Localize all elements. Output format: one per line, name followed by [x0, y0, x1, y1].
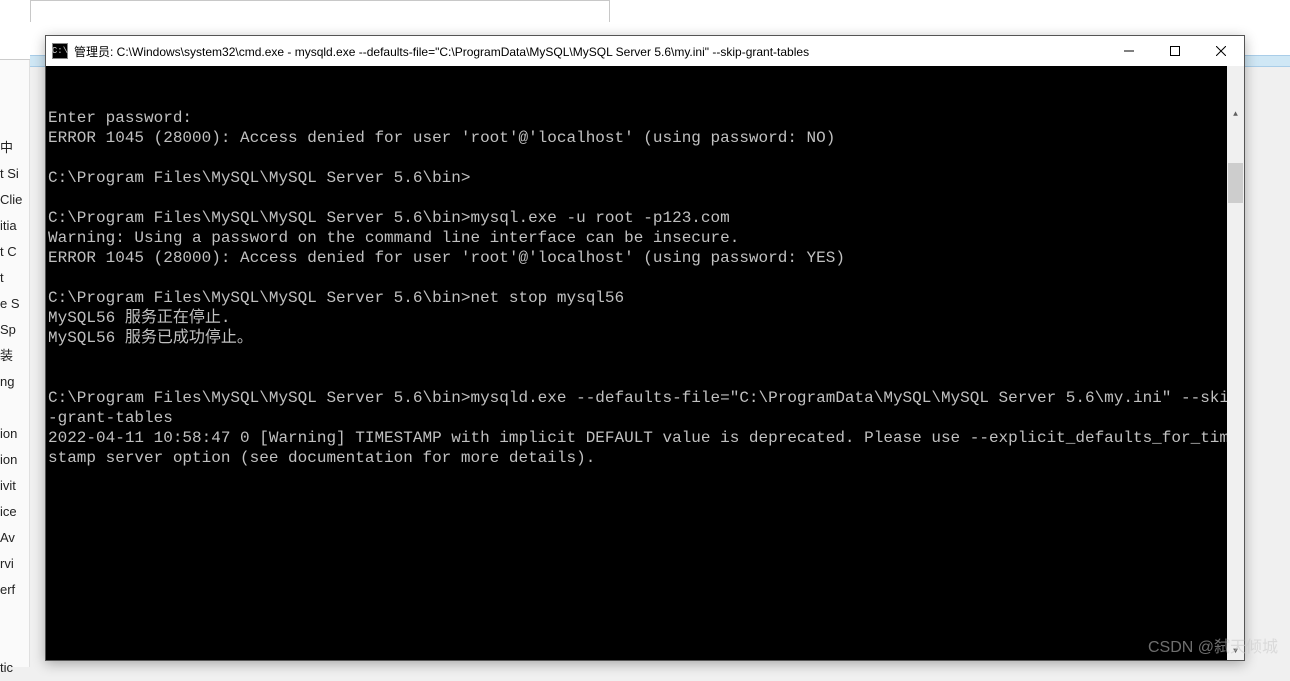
terminal-line: 2022-04-11 10:58:47 0 [Warning] TIMESTAM…	[48, 428, 1242, 468]
scroll-down-arrow[interactable]: ▼	[1227, 643, 1244, 660]
cmd-icon: C:\	[52, 43, 68, 59]
cmd-window: C:\ 管理员: C:\Windows\system32\cmd.exe - m…	[45, 35, 1245, 661]
titlebar[interactable]: C:\ 管理员: C:\Windows\system32\cmd.exe - m…	[46, 36, 1244, 66]
bg-sidebar-item: ivit	[0, 473, 29, 499]
bg-sidebar-item: e S	[0, 291, 29, 317]
bg-sidebar-item: 中	[0, 135, 29, 161]
terminal-line	[48, 368, 1242, 388]
bg-sidebar-item	[0, 629, 29, 655]
terminal-line: MySQL56 服务正在停止.	[48, 308, 1242, 328]
bg-sidebar-item: Av	[0, 525, 29, 551]
terminal-line	[48, 188, 1242, 208]
terminal-line	[48, 348, 1242, 368]
bg-sidebar-item: Clie	[0, 187, 29, 213]
bg-sidebar-item: itia	[0, 213, 29, 239]
minimize-button[interactable]	[1106, 36, 1152, 66]
vertical-scrollbar[interactable]: ▲ ▼	[1227, 66, 1244, 660]
terminal-line: C:\Program Files\MySQL\MySQL Server 5.6\…	[48, 168, 1242, 188]
window-title: 管理员: C:\Windows\system32\cmd.exe - mysql…	[74, 43, 1106, 60]
scroll-up-arrow[interactable]: ▲	[1227, 106, 1244, 123]
terminal-output[interactable]: Enter password:ERROR 1045 (28000): Acces…	[46, 66, 1244, 660]
terminal-line: Enter password:	[48, 108, 1242, 128]
terminal-line: C:\Program Files\MySQL\MySQL Server 5.6\…	[48, 288, 1242, 308]
scroll-track[interactable]	[1227, 163, 1244, 660]
bg-sidebar-item: tic	[0, 655, 29, 681]
terminal-line: MySQL56 服务已成功停止。	[48, 328, 1242, 348]
scroll-thumb[interactable]	[1228, 163, 1243, 203]
window-controls	[1106, 36, 1244, 66]
terminal-line	[48, 148, 1242, 168]
terminal-line: ERROR 1045 (28000): Access denied for us…	[48, 128, 1242, 148]
terminal-line: ERROR 1045 (28000): Access denied for us…	[48, 248, 1242, 268]
terminal-line: C:\Program Files\MySQL\MySQL Server 5.6\…	[48, 208, 1242, 228]
bg-sidebar-item: t Si	[0, 161, 29, 187]
bg-sidebar-item: 装	[0, 343, 29, 369]
bg-sidebar-item: t	[0, 265, 29, 291]
bg-sidebar-item: Sp	[0, 317, 29, 343]
bg-sidebar-item: rvi	[0, 551, 29, 577]
bg-sidebar-item: ion	[0, 447, 29, 473]
bg-sidebar-item	[0, 603, 29, 629]
bg-sidebar-item	[0, 395, 29, 421]
background-tab	[30, 0, 610, 22]
close-button[interactable]	[1198, 36, 1244, 66]
bg-sidebar-item: ion	[0, 421, 29, 447]
bg-sidebar-item: t C	[0, 239, 29, 265]
terminal-line: Warning: Using a password on the command…	[48, 228, 1242, 248]
bg-sidebar-item: ng	[0, 369, 29, 395]
bg-sidebar-item: ice	[0, 499, 29, 525]
terminal-line: C:\Program Files\MySQL\MySQL Server 5.6\…	[48, 388, 1242, 428]
terminal-line	[48, 268, 1242, 288]
bg-sidebar-item: erf	[0, 577, 29, 603]
background-sidebar: 中t SiClieitiat Cte SSp装ngionioniviticeAv…	[0, 60, 30, 667]
maximize-button[interactable]	[1152, 36, 1198, 66]
